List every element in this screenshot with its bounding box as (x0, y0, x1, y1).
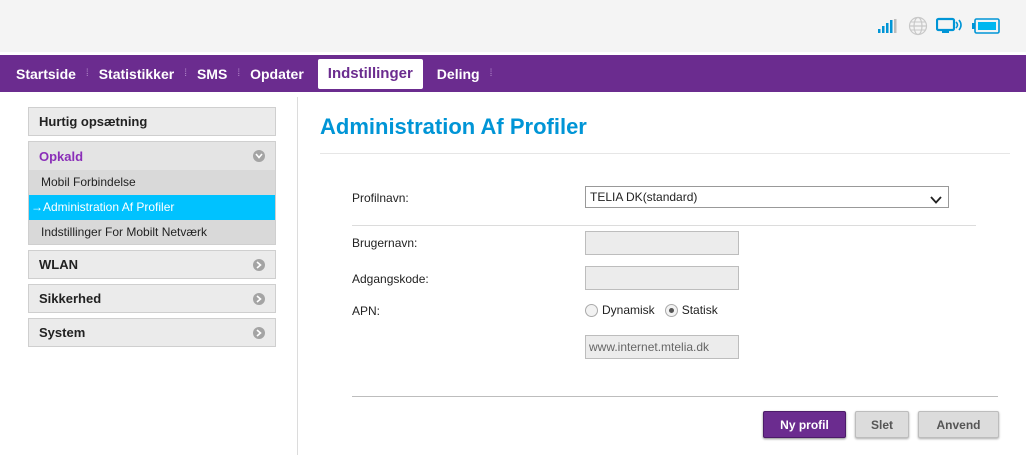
password-input[interactable] (585, 266, 739, 290)
sidebar-item-label: Opkald (39, 148, 84, 164)
buttons-divider (352, 396, 998, 397)
signal-icon (878, 19, 900, 33)
nav-indstillinger[interactable]: Indstillinger (317, 58, 423, 89)
sidebar-subitem-mobile-network-settings[interactable]: Indstillinger For Mobilt Netværk (28, 220, 276, 245)
nav-statistikker[interactable]: Statistikker (91, 60, 182, 88)
sidebar-subitem-profile-management[interactable]: →Administration Af Profiler (28, 195, 276, 220)
sidebar-item-system[interactable]: System (28, 318, 276, 347)
chevron-right-icon (253, 292, 265, 305)
sidebar-item-label: WLAN (39, 257, 78, 272)
password-label: Adgangskode: (352, 272, 429, 286)
page-title: Administration Af Profiler (320, 114, 587, 139)
apply-button[interactable]: Anvend (918, 411, 999, 438)
delete-button[interactable]: Slet (855, 411, 909, 438)
profile-name-value: TELIA DK(standard) (590, 190, 698, 204)
apn-label: APN: (352, 304, 381, 318)
username-label: Brugernavn: (352, 236, 418, 250)
sidebar-item-security[interactable]: Sikkerhed (28, 284, 276, 313)
chevron-right-icon (253, 326, 265, 339)
nav-separator: ⁞ (85, 68, 89, 79)
chevron-down-icon (253, 150, 265, 162)
chevron-down-icon (930, 191, 942, 211)
username-input[interactable] (585, 231, 739, 255)
profile-name-select[interactable]: TELIA DK(standard) (585, 186, 949, 208)
nav-sms[interactable]: SMS (189, 60, 235, 88)
sidebar-item-wlan[interactable]: WLAN (28, 250, 276, 279)
nav-separator: ⁞ (237, 68, 241, 79)
globe-icon (908, 16, 928, 36)
apn-input[interactable]: www.internet.mtelia.dk (585, 335, 739, 359)
sidebar-item-quick-setup[interactable]: Hurtig opsætning (28, 107, 276, 136)
chevron-right-icon (253, 258, 265, 271)
apn-dynamic-label: Dynamisk (602, 303, 655, 317)
sidebar-item-call[interactable]: Opkald (28, 141, 276, 170)
apn-static-label: Statisk (681, 303, 718, 317)
nav-deling[interactable]: Deling (429, 60, 488, 88)
nav-separator: ⁞ (489, 68, 493, 79)
status-bar (0, 0, 1026, 52)
battery-icon (972, 18, 1000, 34)
sidebar-item-label: Hurtig opsætning (39, 114, 148, 129)
sidebar-subitem-mobile-connection[interactable]: Mobil Forbindelse (28, 170, 276, 195)
apn-static-radio[interactable] (664, 303, 678, 317)
content-divider (297, 97, 298, 455)
apn-radio-group: Dynamisk Statisk (585, 303, 728, 317)
main-nav: Startside ⁞ Statistikker ⁞ SMS ⁞ Opdater… (0, 55, 1026, 92)
new-profile-button[interactable]: Ny profil (763, 411, 846, 438)
apn-dynamic-radio[interactable] (585, 303, 598, 317)
form-divider (352, 225, 976, 226)
status-icons (878, 16, 1000, 36)
sidebar: Hurtig opsætning Opkald Mobil Forbindels… (28, 107, 276, 352)
profile-name-label: Profilnavn: (352, 191, 409, 205)
title-divider (320, 153, 1010, 154)
monitor-wifi-icon (936, 17, 964, 35)
sidebar-item-label: System (39, 325, 86, 340)
nav-separator: ⁞ (184, 68, 187, 79)
nav-startside[interactable]: Startside (8, 60, 84, 88)
sidebar-item-label: Sikkerhed (39, 291, 102, 306)
nav-opdater[interactable]: Opdater (242, 60, 312, 88)
